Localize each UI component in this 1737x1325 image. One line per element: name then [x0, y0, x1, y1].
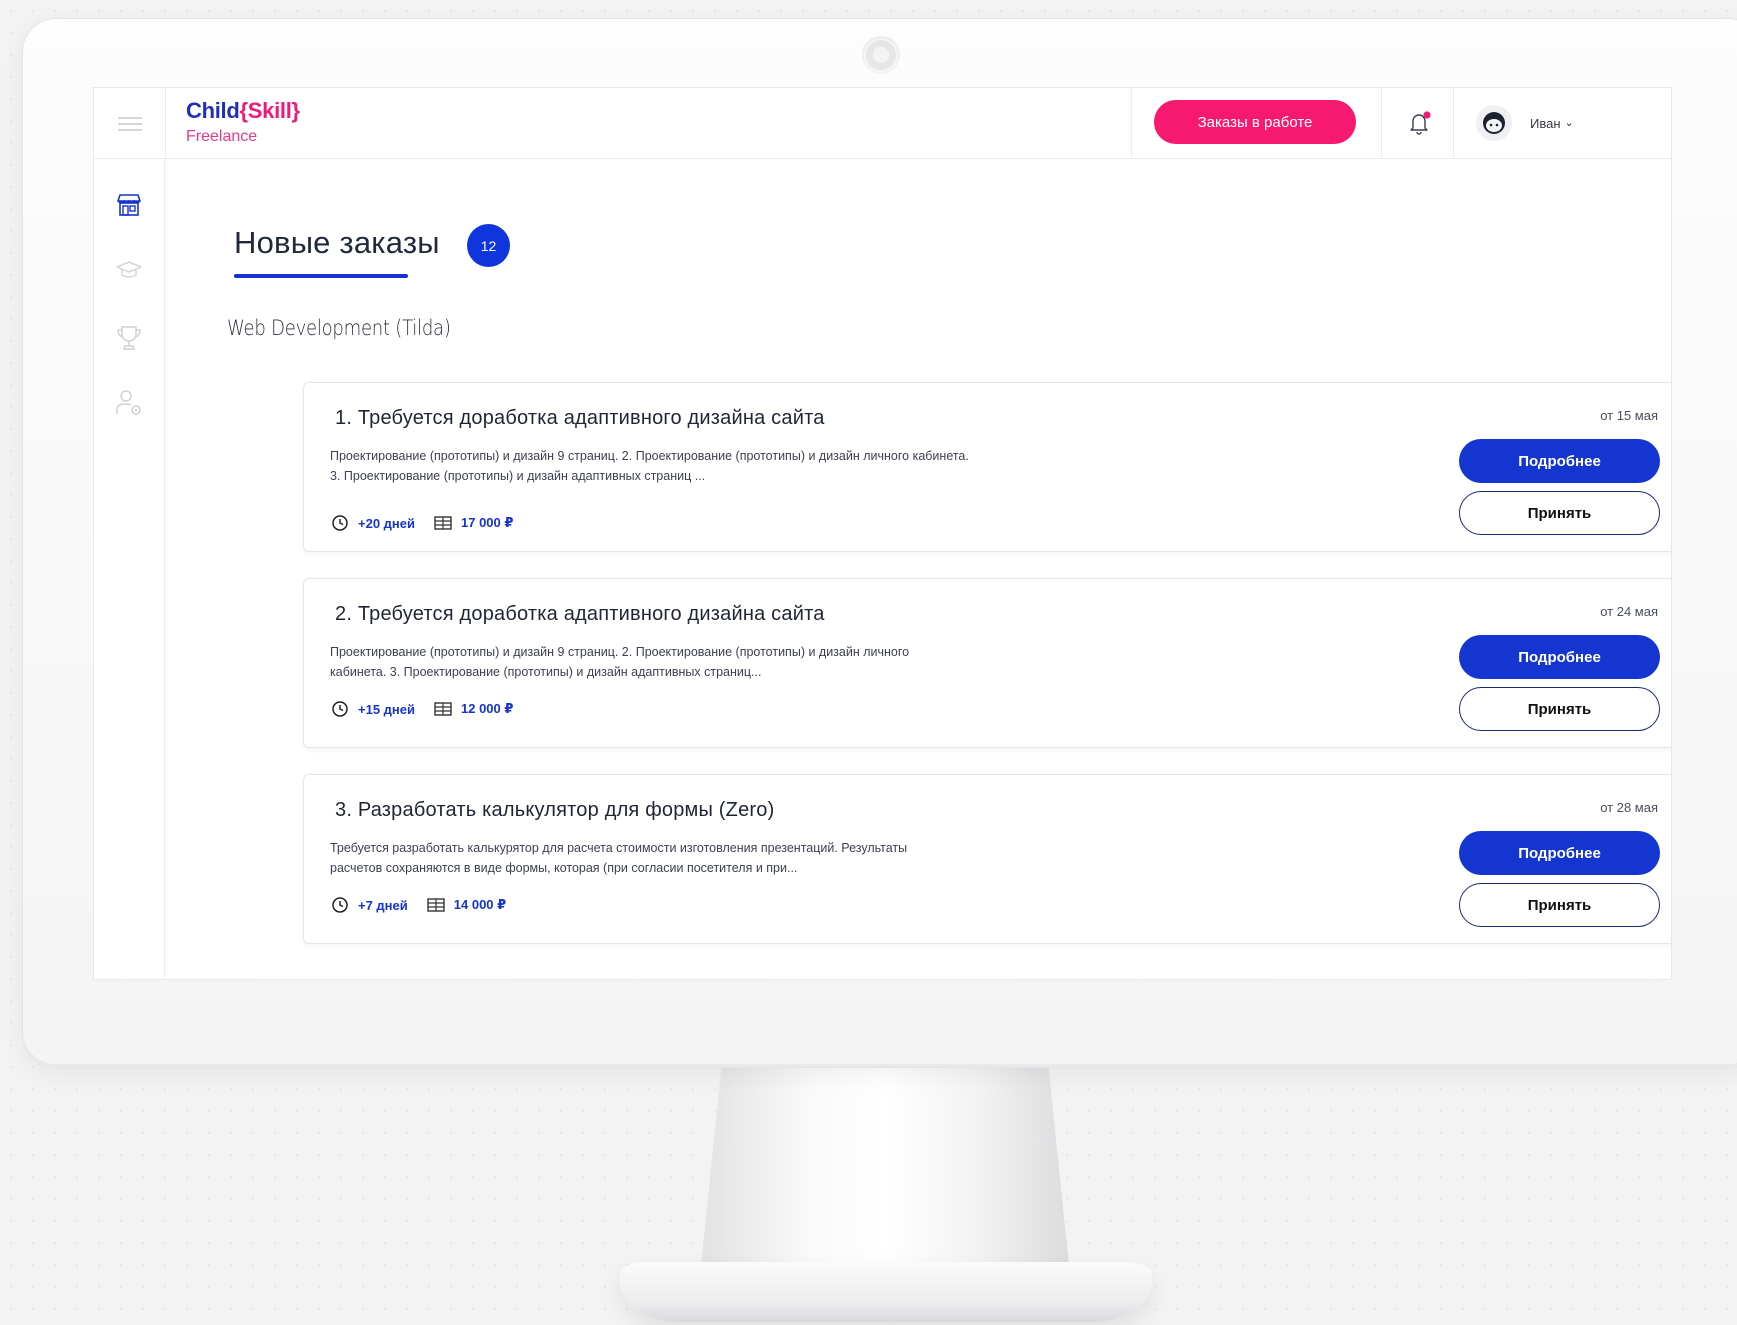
description-line: Проектирование (прототипы) и дизайн 9 ст… [330, 449, 969, 463]
hamburger-icon [117, 116, 142, 131]
top-bar: Child{Skill} Freelance Заказы в работе И… [94, 88, 1671, 159]
main-content: Новые заказы 12 Web Development (Tilda) … [165, 159, 1671, 979]
description-line: 3. Проектирование (прототипы) и дизайн а… [330, 469, 706, 483]
description-line: Требуется разработать калькурятор для ра… [330, 841, 908, 855]
order-meta: +15 дней 12 000 ₽ [330, 699, 513, 719]
user-name: Иван [1530, 115, 1561, 131]
order-meta: +20 дней 17 000 ₽ [330, 513, 513, 533]
order-date: от 28 мая [1600, 800, 1658, 815]
order-description: Проектирование (прототипы) и дизайн 9 ст… [330, 446, 1090, 486]
order-price: 12 000 ₽ [461, 701, 514, 716]
order-date: от 15 мая [1600, 408, 1658, 423]
user-face-icon [1483, 112, 1505, 134]
details-button[interactable]: Подробнее [1459, 439, 1660, 483]
clock-icon [330, 895, 350, 915]
accept-button[interactable]: Принять [1459, 687, 1660, 731]
category-label: Web Development (Tilda) [227, 316, 451, 340]
sidebar-item-achievements[interactable] [113, 322, 145, 354]
user-menu[interactable]: Иван ⌄ [1476, 105, 1574, 141]
money-icon [433, 699, 453, 719]
order-deadline: +15 дней [358, 701, 415, 717]
user-settings-icon [116, 390, 141, 415]
order-description: Требуется разработать калькурятор для ра… [330, 838, 1090, 878]
logo[interactable]: Child{Skill} Freelance [186, 98, 300, 146]
sidebar [94, 159, 165, 979]
app-screen: Child{Skill} Freelance Заказы в работе И… [93, 87, 1672, 980]
order-title: 1. Требуется доработка адаптивного дизай… [335, 407, 825, 429]
clock-icon [330, 699, 350, 719]
description-line: Проектирование (прототипы) и дизайн 9 ст… [330, 645, 910, 659]
graduation-cap-icon [116, 261, 142, 278]
accept-button[interactable]: Принять [1459, 491, 1660, 535]
order-card: 2. Требуется доработка адаптивного дизай… [303, 578, 1671, 748]
order-card: 1. Требуется доработка адаптивного дизай… [303, 382, 1671, 552]
orders-count-badge: 12 [467, 224, 510, 267]
active-tab-underline [234, 274, 408, 278]
monitor-stand-neck [700, 1060, 1070, 1275]
sidebar-item-profile-settings[interactable] [113, 387, 145, 419]
divider [1131, 88, 1132, 159]
details-button[interactable]: Подробнее [1459, 831, 1660, 875]
sidebar-item-learning[interactable] [113, 254, 145, 286]
money-icon [426, 895, 446, 915]
order-card: 3. Разработать калькулятор для формы (Ze… [303, 774, 1671, 944]
bell-icon [1410, 111, 1431, 135]
order-date: от 24 мая [1600, 604, 1658, 619]
avatar [1476, 105, 1512, 141]
store-icon [117, 194, 141, 216]
sidebar-item-orders[interactable] [113, 189, 145, 221]
page-title: Новые заказы [234, 225, 440, 260]
divider [165, 88, 166, 159]
order-deadline: +7 дней [358, 897, 408, 913]
notifications-button[interactable] [1406, 110, 1432, 136]
clock-icon [330, 513, 350, 533]
details-button[interactable]: Подробнее [1459, 635, 1660, 679]
webcam [862, 36, 900, 74]
accept-button[interactable]: Принять [1459, 883, 1660, 927]
divider [1381, 88, 1382, 159]
order-meta: +7 дней 14 000 ₽ [330, 895, 506, 915]
description-line: кабинета. 3. Проектирование (прототипы) … [330, 665, 762, 679]
menu-button[interactable] [94, 88, 165, 159]
trophy-icon [117, 326, 141, 350]
order-price: 14 000 ₽ [453, 897, 507, 912]
chevron-down-icon: ⌄ [1564, 116, 1574, 129]
order-title: 3. Разработать калькулятор для формы (Ze… [335, 799, 775, 821]
money-icon [433, 513, 453, 533]
order-price: 17 000 ₽ [461, 515, 514, 530]
order-description: Проектирование (прототипы) и дизайн 9 ст… [330, 642, 1090, 682]
monitor-stand-base [620, 1262, 1152, 1322]
description-line: расчетов сохраняются в виде формы, котор… [330, 861, 798, 875]
logo-wordmark: Child{Skill} [186, 98, 300, 123]
order-deadline: +20 дней [358, 515, 415, 531]
order-title: 2. Требуется доработка адаптивного дизай… [335, 603, 825, 625]
divider [1453, 88, 1454, 159]
logo-subtitle: Freelance [186, 128, 258, 145]
orders-in-progress-button[interactable]: Заказы в работе [1154, 100, 1356, 144]
